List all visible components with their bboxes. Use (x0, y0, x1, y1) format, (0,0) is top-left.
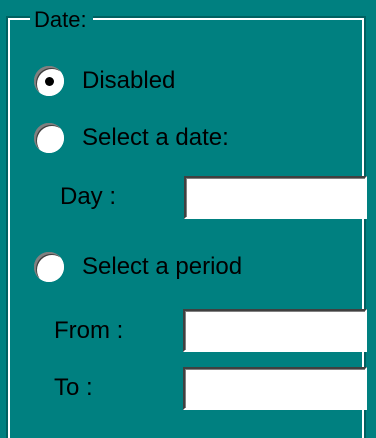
date-group-legend: Date: (30, 6, 93, 34)
radio-select-date-label: Select a date: (82, 124, 229, 151)
radio-select-date[interactable]: Select a date: (34, 123, 229, 153)
radio-select-period-circle[interactable] (34, 252, 64, 282)
radio-selected-dot (44, 76, 54, 86)
day-input[interactable] (184, 176, 367, 219)
radio-disabled-label: Disabled (82, 67, 176, 94)
radio-disabled[interactable]: Disabled (34, 66, 175, 96)
to-input[interactable] (183, 367, 367, 410)
from-label: From : (54, 317, 124, 344)
day-label: Day : (60, 183, 117, 210)
radio-select-period-label: Select a period (82, 253, 243, 280)
radio-select-period[interactable]: Select a period (34, 252, 242, 282)
to-label: To : (54, 374, 93, 401)
radio-select-date-circle[interactable] (34, 123, 64, 153)
from-input[interactable] (183, 309, 367, 352)
radio-disabled-circle[interactable] (34, 66, 64, 96)
